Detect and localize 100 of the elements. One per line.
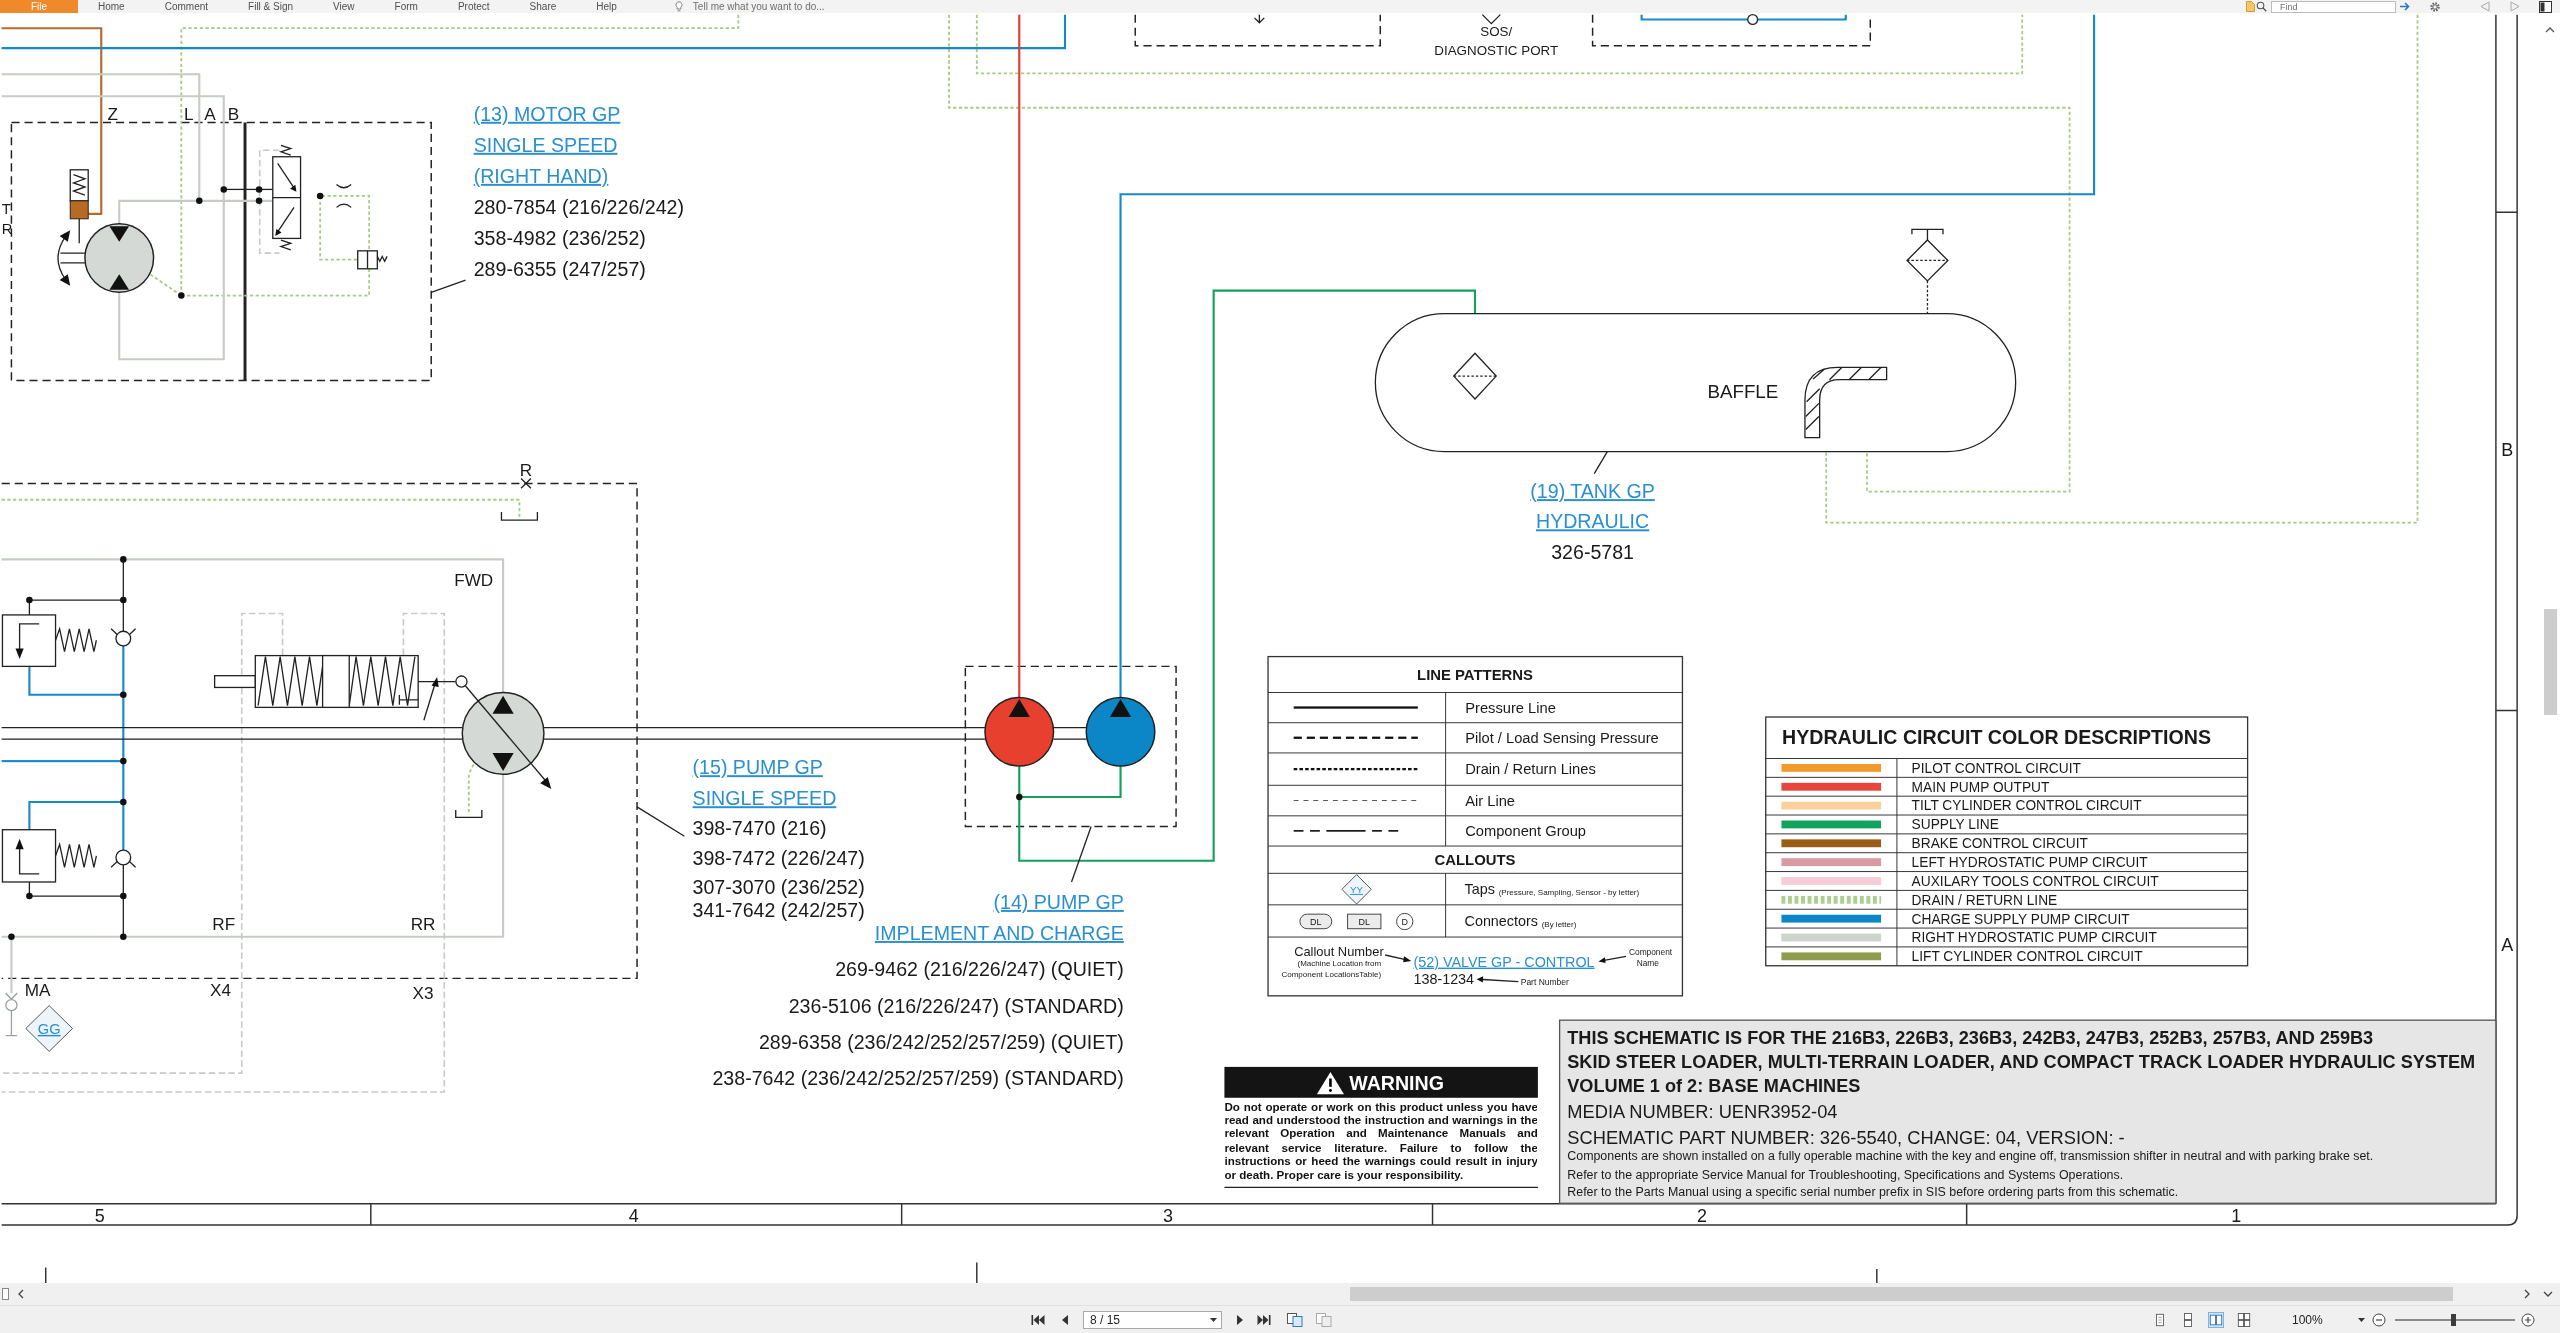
part-number: 289-6355 (247/257) [473, 258, 646, 280]
leader-line [430, 279, 467, 293]
junction-dot [8, 933, 15, 940]
connector-symbol: DL [1299, 913, 1333, 930]
ribbon-tab[interactable]: Fill & Sign [228, 0, 314, 13]
zoom-in-icon[interactable] [2521, 1312, 2535, 1327]
legend-label: Pressure Line [1465, 699, 1556, 716]
ribbon-tab[interactable]: Home [78, 0, 145, 13]
component-link[interactable]: (15) PUMP GP SINGLE SPEED [692, 756, 837, 810]
title-block-note: Components are shown installed on a fully operable machine with the key and engine off, transmission shifter in neutral and with parking brake set. [1567, 1149, 2374, 1164]
scrollbar-thumb[interactable] [1350, 1287, 2453, 1301]
ribbon-tab[interactable]: Form [374, 0, 438, 13]
leader-arrow [1384, 954, 1412, 963]
component-link[interactable]: (14) PUMP GP IMPLEMENT AND CHARGE [874, 890, 1124, 944]
page-icon[interactable] [2, 1288, 9, 1300]
next-page-icon[interactable] [1236, 1313, 1244, 1326]
zoom-slider[interactable] [2395, 1312, 2515, 1327]
caret-icon[interactable] [1210, 1317, 1217, 1322]
ribbon-tab[interactable]: Protect [437, 0, 510, 13]
junction-dot [196, 197, 203, 205]
switch-symbol [357, 250, 388, 270]
junction-dot [316, 192, 324, 200]
last-page-icon[interactable] [1257, 1313, 1271, 1326]
legend-title: LINE PATTERNS [1417, 667, 1533, 684]
legend-label: MAIN PUMP OUTPUT [1911, 779, 2050, 795]
legend-note: (By letter) [1541, 920, 1577, 930]
legend-label: Pilot / Load Sensing Pressure [1465, 730, 1659, 746]
part-number: 236-5106 (216/226/247) (STANDARD) [788, 995, 1124, 1018]
first-page-icon[interactable] [1031, 1313, 1045, 1326]
orifice-symbol [335, 183, 352, 209]
previous-page-icon[interactable] [1061, 1313, 1069, 1326]
leader-arrow [1598, 955, 1627, 963]
junction-dot [1016, 793, 1023, 801]
check-valve-symbol [110, 849, 137, 868]
junction-dot [120, 556, 127, 563]
port-label: T [1, 200, 11, 217]
media-number: MEDIA NUMBER: UENR3952-04 [1567, 1101, 1838, 1123]
find-field[interactable]: Find [2271, 0, 2396, 13]
check-valve-symbol [110, 628, 137, 647]
ribbon-tab[interactable]: Comment [144, 0, 229, 13]
part-number: 398-7470 (216) [692, 817, 827, 840]
pages-icon[interactable] [1287, 1312, 1303, 1327]
pump-symbol [1085, 696, 1156, 767]
part-number: 326-5781 [1551, 540, 1634, 563]
legend-title: HYDRAULIC CIRCUIT COLOR DESCRIPTIONS [1782, 726, 2211, 749]
connector-symbol: DL [1347, 913, 1382, 930]
ribbon-tab[interactable]: Help [576, 0, 637, 13]
grid-column-label: 1 [2231, 1205, 2242, 1226]
zoom-field[interactable]: 100% [2275, 1310, 2368, 1329]
leader-line [636, 806, 686, 837]
junction-dot [26, 596, 33, 604]
junction-dot [120, 691, 127, 699]
port-label: RR [410, 914, 436, 935]
component-link[interactable]: (19) TANK GP HYDRAULIC [1530, 480, 1655, 533]
arrow-symbol [1253, 13, 1265, 24]
legend-label: Callout Number [1294, 944, 1384, 960]
legend-label: RIGHT HYDROSTATIC PUMP CIRCUIT [1911, 930, 2157, 946]
port-label: RF [212, 914, 236, 935]
grid-column-label: 5 [94, 1205, 105, 1226]
port-label: L [183, 104, 194, 124]
junction-dot [120, 892, 127, 900]
part-number: 341-7642 (242/257) [692, 899, 865, 922]
legend-note: Part Number [1520, 976, 1569, 987]
legend-label: Component Group [1465, 823, 1587, 840]
junction-dot [120, 757, 127, 765]
two-page-icon[interactable] [2208, 1311, 2224, 1328]
scrollbar-thumb[interactable] [2543, 609, 2557, 715]
component-link[interactable]: (13) MOTOR GP SINGLE SPEED (RIGHT HAND) [473, 102, 621, 187]
title-block-note: Refer to the appropriate Service Manual for Troubleshooting, Specifications and Systems Operations. [1567, 1167, 2124, 1182]
search-icon[interactable] [2256, 1, 2267, 12]
legend-label: SUPPLY LINE [1911, 817, 1999, 833]
slider-thumb[interactable] [2450, 1313, 2456, 1326]
legend-note: (Machine Location from Component LocationsTable) [1281, 959, 1382, 979]
component-label: BAFFLE [1707, 381, 1779, 403]
legend-label: AUXILARY TOOLS CONTROL CIRCUIT [1911, 873, 2159, 889]
junction-dot [120, 933, 127, 940]
ribbon-tab[interactable]: View [313, 0, 375, 13]
part-number: 358-4982 (236/252) [473, 226, 646, 249]
two-page-scroll-icon[interactable] [2236, 1311, 2252, 1328]
search-field[interactable]: Tell me what you want to do... [692, 0, 913, 13]
port-label: X3 [412, 982, 434, 1003]
legend-label: TILT CYLINDER CONTROL CIRCUIT [1911, 798, 2142, 814]
caret-icon[interactable] [2358, 1317, 2365, 1322]
legend-label: Air Line [1465, 792, 1515, 809]
arrow-icon[interactable] [2399, 1, 2411, 12]
legend-title: CALLOUTS [1434, 852, 1516, 868]
part-number: 289-6358 (236/242/252/257/259) (QUIET) [758, 1031, 1124, 1054]
panel-icon[interactable] [2539, 0, 2552, 13]
gear-icon[interactable] [2429, 0, 2441, 13]
legend-note: (Pressure, Sampling, Sensor - by letter) [1498, 887, 1640, 897]
pump-symbol [984, 696, 1055, 767]
ribbon-tab[interactable]: Share [509, 0, 577, 13]
title-block-note: Refer to the Parts Manual using a specific serial number prefix in SIS before ordering parts from this schematic. [1567, 1185, 2179, 1200]
grid-column-label: 3 [1162, 1205, 1173, 1226]
page-number-field[interactable]: 8 / 15 [1083, 1310, 1222, 1329]
warning-title: WARNING [1349, 1071, 1444, 1094]
port-label: MA [24, 979, 51, 1000]
zoom-out-icon[interactable] [2372, 1312, 2386, 1327]
reservoir-symbol [500, 511, 539, 521]
component-link[interactable]: (52) VALVE GP - CONTROL [1413, 953, 1595, 970]
